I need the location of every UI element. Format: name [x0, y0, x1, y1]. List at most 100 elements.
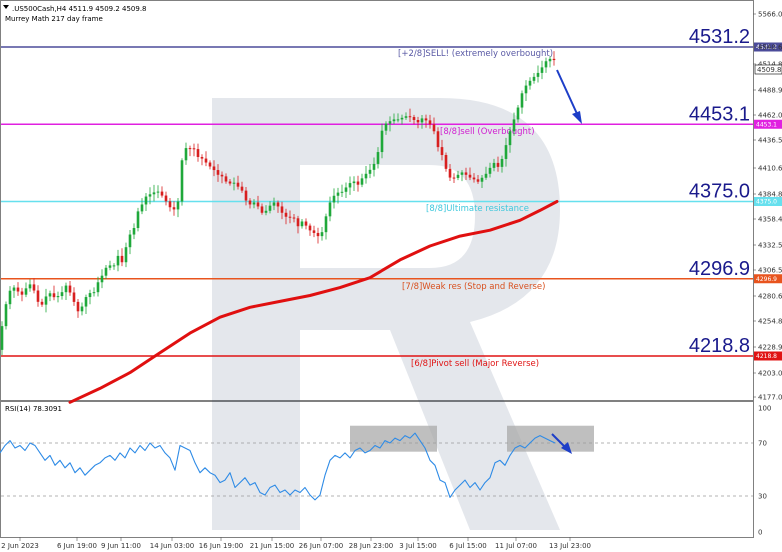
time-tick-label: 6 Jul 15:00	[449, 542, 487, 550]
candle-body	[364, 173, 368, 179]
candle-body	[224, 176, 228, 182]
candle-body	[360, 178, 364, 185]
level-zone-label: [8/8]Ultimate resistance	[426, 204, 529, 214]
watermark-r-shape	[212, 98, 560, 530]
candle-body	[340, 191, 344, 193]
candle-body	[264, 210, 268, 213]
price-tick-label: 4228.9	[758, 344, 782, 352]
candle-body	[124, 247, 128, 263]
price-tick-label: 4462.0	[758, 112, 782, 120]
candle-body	[528, 80, 532, 86]
candle-body	[172, 207, 176, 210]
candle-body	[212, 166, 216, 171]
candle-body	[388, 121, 392, 124]
candle-body	[492, 162, 496, 168]
candle-body	[524, 85, 528, 94]
candle-body	[496, 162, 500, 167]
candle-body	[356, 181, 360, 185]
candle-body	[196, 149, 200, 157]
candle-body	[244, 190, 248, 201]
rsi-tick-label: 70	[758, 440, 767, 448]
candle-body	[16, 287, 20, 292]
candle-body	[452, 177, 456, 179]
candle-body	[288, 216, 292, 218]
level-zone-label: [8/8]sell (Overbought)	[440, 127, 535, 137]
candle-body	[108, 265, 112, 268]
candle-body	[148, 194, 152, 197]
price-tick-label: 4540.6	[758, 44, 782, 52]
candle-body	[112, 265, 116, 267]
candle-body	[376, 152, 380, 164]
last-price-tag-text: 4509.8	[757, 66, 782, 74]
level-tag-text: 4375.0	[756, 199, 777, 206]
candle-body	[40, 301, 44, 305]
time-axis: 2 Jun 2023 6 Jun 19:00 9 Jun 11:00 14 Jun 0…	[1, 537, 591, 550]
candle-body	[44, 296, 48, 305]
candle-body	[252, 202, 256, 205]
rsi-zone-box	[507, 425, 594, 452]
time-tick-label: 14 Jun 03:00	[150, 542, 194, 550]
level-tag-text: 4296.9	[756, 276, 777, 283]
price-tick-label: 4332.5	[758, 242, 782, 250]
candle-body	[300, 221, 304, 227]
candle-body	[68, 285, 72, 293]
level-big-label: 4531.2	[689, 26, 750, 48]
candle-body	[456, 174, 460, 178]
time-tick-label: 26 Jun 07:00	[299, 542, 343, 550]
collapse-triangle-icon[interactable]	[3, 5, 9, 9]
level-big-label: 4218.8	[689, 335, 750, 357]
main-panel-frame	[0, 0, 754, 401]
candle-body	[168, 201, 172, 208]
candle-body	[180, 160, 184, 202]
time-tick-label: 16 Jun 19:00	[199, 542, 243, 550]
candle-body	[284, 212, 288, 217]
candle-body	[404, 116, 408, 118]
candle-body	[420, 118, 424, 123]
candle-body	[392, 119, 396, 122]
candle-body	[396, 119, 400, 121]
candle-body	[24, 288, 28, 295]
candle-body	[156, 191, 160, 193]
candle-body	[152, 192, 156, 195]
candle-body	[144, 196, 148, 205]
candle-body	[96, 282, 100, 293]
candle-body	[488, 167, 492, 174]
candle-body	[128, 234, 132, 248]
murrey-chart: .US500Cash,H4 4511.9 4509.2 4509.8 Murre…	[0, 0, 782, 550]
candle-body	[236, 182, 240, 187]
candle-body	[76, 301, 80, 312]
candle-body	[92, 292, 96, 294]
candle-body	[416, 119, 420, 123]
candle-body	[188, 148, 192, 150]
price-tick-label: 5566.0	[758, 11, 782, 19]
candle-body	[400, 117, 404, 120]
candle-body	[308, 225, 312, 231]
candle-body	[380, 130, 384, 153]
candle-body	[408, 116, 412, 118]
candle-body	[296, 218, 300, 227]
level-zone-label: [+2/8]SELL! (extremely overbought)	[398, 49, 553, 59]
candle-body	[384, 123, 388, 131]
candle-body	[0, 326, 4, 350]
rsi-axis: 100 70 30 0	[758, 405, 771, 537]
last-price-tag: 4509.8	[754, 64, 782, 75]
time-tick-label: 28 Jun 23:00	[349, 542, 393, 550]
candle-body	[532, 76, 536, 81]
candle-body	[412, 117, 416, 120]
candle-body	[216, 170, 220, 175]
candle-body	[120, 255, 124, 263]
price-tick-label: 4384.8	[758, 191, 782, 199]
time-tick-label: 2 Jun 2023	[1, 542, 39, 550]
candle-body	[432, 124, 436, 132]
candle-body	[268, 205, 272, 211]
candle-body	[28, 284, 32, 289]
candle-body	[280, 206, 284, 213]
rsi-zone-box	[350, 425, 437, 452]
candle-body	[80, 306, 84, 312]
candle-body	[548, 58, 552, 62]
price-tick-label: 4358.4	[758, 216, 782, 224]
rsi-header: RSI(14) 78.3091	[5, 405, 62, 413]
candle-body	[520, 93, 524, 108]
time-tick-label: 13 Jul 23:00	[549, 542, 591, 550]
level-big-label: 4453.1	[689, 103, 750, 125]
